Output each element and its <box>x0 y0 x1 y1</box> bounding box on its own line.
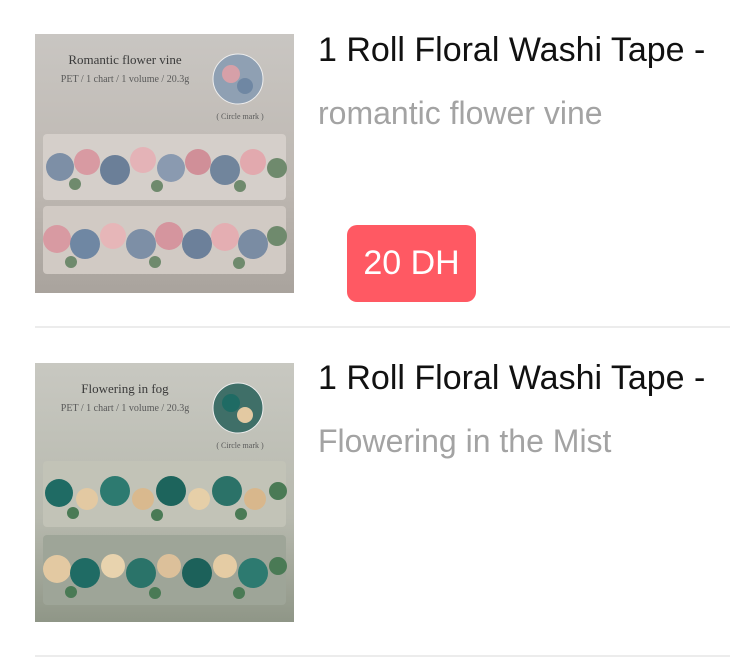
image-meta: PET / 1 chart / 1 volume / 20.3g <box>60 403 190 414</box>
product-title[interactable]: 1 Roll Floral Washi Tape - <box>318 358 730 398</box>
image-heading: Romantic flower vine <box>68 52 182 67</box>
image-mark-label: ( Circle mark ) <box>216 112 264 121</box>
price-badge: 20 DH <box>347 225 476 302</box>
product-subtitle: romantic flower vine <box>318 95 603 131</box>
product-item[interactable]: Flowering in fog PET / 1 chart / 1 volum… <box>0 329 730 656</box>
product-image[interactable]: Romantic flower vine PET / 1 chart / 1 v… <box>35 34 294 293</box>
image-meta: PET / 1 chart / 1 volume / 20.3g <box>60 74 190 85</box>
product-title[interactable]: 1 Roll Floral Washi Tape - <box>318 30 730 70</box>
product-image[interactable]: Flowering in fog PET / 1 chart / 1 volum… <box>35 363 294 622</box>
image-heading: Flowering in fog <box>81 381 169 396</box>
washi-flower-illustration <box>43 382 287 605</box>
product-item[interactable]: Romantic flower vine PET / 1 chart / 1 v… <box>0 0 730 328</box>
product-subtitle: Flowering in the Mist <box>318 423 612 459</box>
divider <box>35 326 730 328</box>
washi-flower-illustration <box>43 53 287 274</box>
image-mark-label: ( Circle mark ) <box>216 441 264 450</box>
